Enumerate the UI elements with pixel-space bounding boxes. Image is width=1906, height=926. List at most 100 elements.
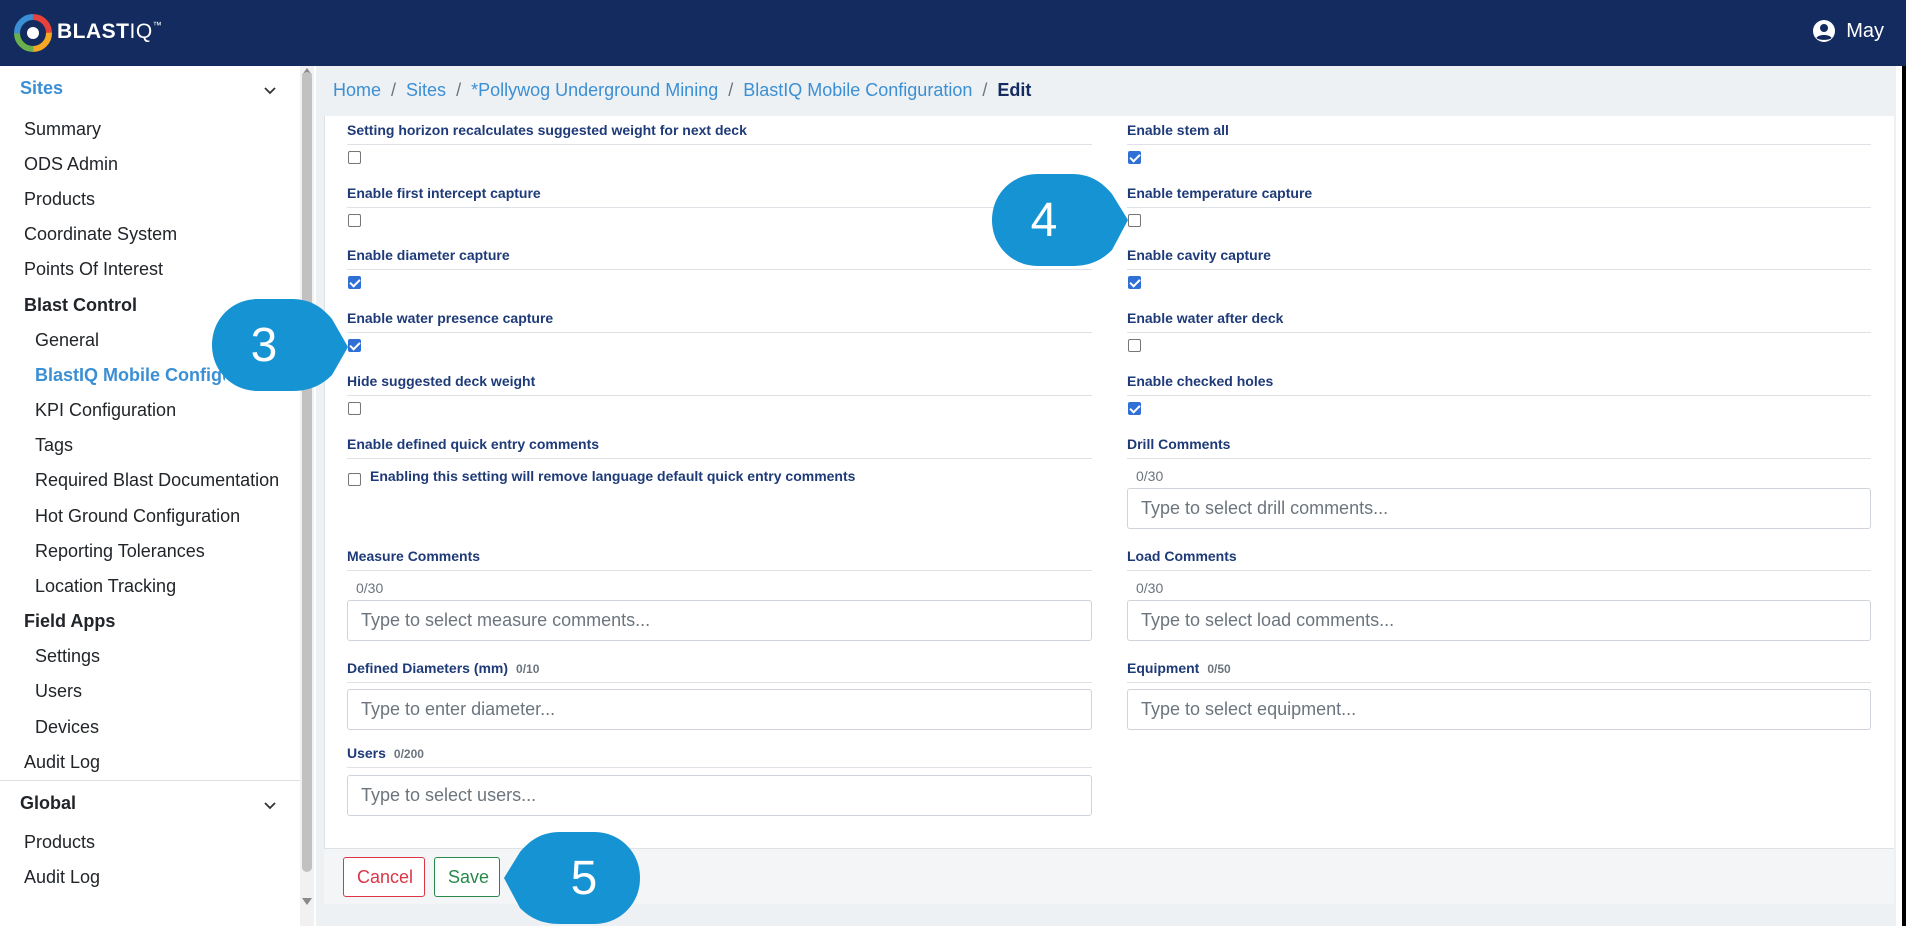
- hide-deck-weight-checkbox[interactable]: [348, 402, 361, 415]
- first-intercept-checkbox[interactable]: [348, 214, 361, 227]
- user-name: May: [1846, 19, 1884, 42]
- divider: [347, 458, 1092, 459]
- sidebar-item-summary[interactable]: Summary: [24, 119, 101, 140]
- sidebar-section-sites[interactable]: Sites: [0, 66, 300, 112]
- drill-comments-label: Drill Comments: [1127, 436, 1231, 452]
- sidebar-item-reporting-tolerances[interactable]: Reporting Tolerances: [35, 541, 205, 562]
- sidebar-item-audit-log[interactable]: Audit Log: [24, 752, 100, 773]
- equipment-counter: 0/50: [1207, 662, 1231, 676]
- sidebar-scrollbar-thumb[interactable]: [302, 72, 312, 872]
- checked-holes-label: Enable checked holes: [1127, 373, 1274, 389]
- callout-4-number: 4: [1031, 194, 1058, 247]
- sidebar-item-coordinate-system[interactable]: Coordinate System: [24, 224, 177, 245]
- sidebar-item-products[interactable]: Products: [24, 189, 95, 210]
- breadcrumb-separator: /: [982, 80, 988, 100]
- sidebar-item-tags[interactable]: Tags: [35, 435, 73, 456]
- save-button[interactable]: Save: [434, 857, 500, 897]
- divider: [347, 269, 1092, 270]
- divider: [1127, 570, 1871, 571]
- defined-diameters-input[interactable]: Type to enter diameter...: [347, 689, 1092, 730]
- quick-entry-checkbox[interactable]: [348, 473, 361, 486]
- water-after-deck-label: Enable water after deck: [1127, 310, 1284, 326]
- callout-3-icon: 3: [212, 299, 348, 391]
- sidebar-item-points-of-interest[interactable]: Points Of Interest: [24, 259, 163, 280]
- load-comments-input[interactable]: Type to select load comments...: [1127, 600, 1871, 641]
- callout-5-number: 5: [571, 852, 598, 905]
- measure-comments-label: Measure Comments: [347, 548, 481, 564]
- sidebar-group-blast-control[interactable]: Blast Control: [24, 295, 137, 316]
- divider: [1127, 207, 1871, 208]
- sidebar-item-global-audit-log[interactable]: Audit Log: [24, 867, 100, 888]
- sidebar-section-title: Global: [20, 793, 77, 813]
- sidebar-section-title: Sites: [20, 78, 64, 98]
- sidebar-item-required-blast-documentation[interactable]: Required Blast Documentation: [35, 470, 279, 491]
- scroll-down-arrow-icon[interactable]: [302, 898, 312, 905]
- sidebar-item-blastiq-mobile-configuration[interactable]: BlastIQ Mobile Configuration: [35, 365, 225, 386]
- sidebar-item-location-tracking[interactable]: Location Tracking: [35, 576, 176, 597]
- cavity-checkbox[interactable]: [1128, 276, 1141, 289]
- top-navbar: BLASTIQ™ May: [0, 0, 1906, 66]
- sidebar-item-settings[interactable]: Settings: [35, 646, 100, 667]
- horizon-label: Setting horizon recalculates suggested w…: [347, 122, 747, 138]
- divider: [1127, 395, 1871, 396]
- brand-name[interactable]: BLASTIQ™: [57, 20, 162, 44]
- temperature-label: Enable temperature capture: [1127, 185, 1313, 201]
- water-after-deck-checkbox[interactable]: [1128, 339, 1141, 352]
- breadcrumb-current: Edit: [997, 80, 1032, 100]
- divider: [347, 332, 1092, 333]
- sidebar-item-users[interactable]: Users: [35, 681, 82, 702]
- equipment-input[interactable]: Type to select equipment...: [1127, 689, 1871, 730]
- horizon-checkbox[interactable]: [348, 151, 361, 164]
- diameter-label: Enable diameter capture: [347, 247, 510, 263]
- callout-4-icon: 4: [992, 174, 1128, 266]
- sidebar-item-ods-admin[interactable]: ODS Admin: [24, 154, 118, 175]
- blastiq-logo-icon: [14, 14, 52, 52]
- breadcrumb-separator: /: [728, 80, 734, 100]
- stem-all-checkbox[interactable]: [1128, 151, 1141, 164]
- divider: [347, 570, 1092, 571]
- chevron-down-icon[interactable]: [262, 82, 278, 98]
- sidebar-item-hot-ground-configuration[interactable]: Hot Ground Configuration: [35, 506, 240, 527]
- sidebar-item-general[interactable]: General: [35, 330, 99, 351]
- quick-entry-label: Enable defined quick entry comments: [347, 436, 600, 452]
- drill-comments-input[interactable]: Type to select drill comments...: [1127, 488, 1871, 529]
- breadcrumb-configuration[interactable]: BlastIQ Mobile Configuration: [743, 80, 972, 101]
- sidebar-section-global[interactable]: Global: [0, 780, 300, 826]
- diameter-checkbox[interactable]: [348, 276, 361, 289]
- chevron-down-icon[interactable]: [262, 797, 278, 813]
- breadcrumb-home[interactable]: Home: [333, 80, 381, 101]
- measure-comments-counter: 0/30: [356, 580, 384, 596]
- breadcrumb-site[interactable]: *Pollywog Underground Mining: [471, 80, 718, 101]
- sidebar-item-global-products[interactable]: Products: [24, 832, 95, 853]
- quick-entry-description: Enabling this setting will remove langua…: [370, 468, 856, 484]
- cavity-label: Enable cavity capture: [1127, 247, 1271, 263]
- users-label: Users 0/200: [347, 745, 424, 761]
- sidebar-group-field-apps[interactable]: Field Apps: [24, 611, 115, 632]
- drill-comments-counter: 0/30: [1136, 468, 1164, 484]
- measure-comments-input[interactable]: Type to select measure comments...: [347, 600, 1092, 641]
- cancel-button[interactable]: Cancel: [343, 857, 425, 897]
- stem-all-label: Enable stem all: [1127, 122, 1229, 138]
- sidebar-item-kpi-configuration[interactable]: KPI Configuration: [35, 400, 176, 421]
- equipment-label: Equipment 0/50: [1127, 660, 1231, 676]
- hide-deck-weight-label: Hide suggested deck weight: [347, 373, 536, 389]
- breadcrumb: Home / Sites / *Pollywog Underground Min…: [333, 80, 1031, 101]
- breadcrumb-separator: /: [391, 80, 397, 100]
- sidebar-item-devices[interactable]: Devices: [35, 717, 99, 738]
- breadcrumb-separator: /: [456, 80, 462, 100]
- user-menu[interactable]: May: [1812, 19, 1884, 43]
- divider: [1127, 682, 1871, 683]
- callout-5-icon: 5: [504, 832, 640, 924]
- divider: [1127, 332, 1871, 333]
- first-intercept-label: Enable first intercept capture: [347, 185, 541, 201]
- load-comments-counter: 0/30: [1136, 580, 1164, 596]
- load-comments-label: Load Comments: [1127, 548, 1237, 564]
- users-input[interactable]: Type to select users...: [347, 775, 1092, 816]
- divider: [347, 682, 1092, 683]
- checked-holes-checkbox[interactable]: [1128, 402, 1141, 415]
- callout-3-number: 3: [251, 319, 278, 372]
- divider: [1127, 269, 1871, 270]
- breadcrumb-sites[interactable]: Sites: [406, 80, 446, 101]
- user-avatar-icon: [1813, 20, 1836, 42]
- divider: [347, 207, 1092, 208]
